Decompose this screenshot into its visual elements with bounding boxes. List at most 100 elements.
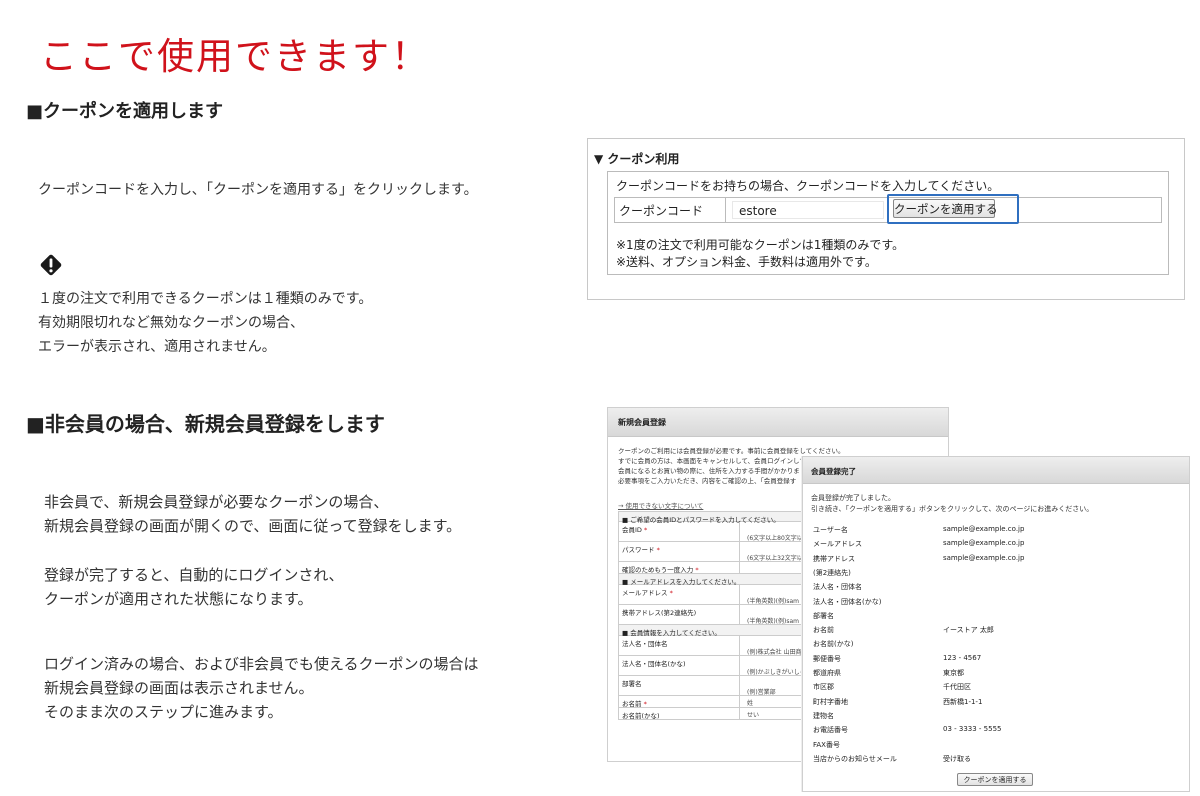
required-mark: * [693,566,699,574]
form-column-divider [739,562,740,573]
paragraph-line: そのまま次のステップに進みます。 [44,703,283,721]
completion-message: 会員登録が完了しました。 [811,494,895,502]
completion-field-label: 法人名・団体名(かな) [813,597,882,606]
completion-field-label: ユーザー名 [813,526,848,534]
registration-paragraph-1: 非会員で、新規会員登録が必要なクーポンの場合、 新規会員登録の画面が開くので、画… [44,490,461,538]
coupon-intro-text: クーポンコードをお持ちの場合、クーポンコードを入力してください。 [616,179,1000,193]
completion-field-label: 携帯アドレス [813,554,855,563]
apply-coupon-button[interactable]: クーポンを適用する [893,199,998,218]
coupon-usage-heading: ▼ クーポン利用 [594,152,680,166]
form-field-hint: (6文字以上32文字以 [747,555,803,562]
section-heading-registration: ■非会員の場合、新規会員登録をします [26,412,385,436]
form-field-label: 確認のためもう一度入力 * [622,566,699,574]
form-column-divider [739,636,740,655]
registration-paragraph-3: ログイン済みの場合、および非会員でも使えるクーポンの場合は 新規会員登録の画面は… [44,652,479,724]
form-column-divider [739,676,740,695]
form-field-label: 部署名 [622,680,642,688]
form-column-divider [739,708,740,719]
form-field-label: 会員ID * [622,526,648,534]
registration-intro-line: 必要事項をご入力いただき、内容をご確認の上、「会員登録す [618,477,797,485]
form-column-divider [739,542,740,561]
warning-line: １度の注文で利用できるクーポンは１種類のみです。 [38,291,373,307]
completion-field-label: メールアドレス [813,540,862,549]
form-field-hint: 姓 [747,700,754,707]
form-field-label: 携帯アドレス(第2連絡先) [622,609,697,617]
coupon-usage-box: クーポンコードをお持ちの場合、クーポンコードを入力してください。 クーポンコード… [607,171,1169,275]
paragraph-line: 新規会員登録の画面が開くので、画面に従って登録をします。 [44,517,462,535]
completion-field-value: 東京都 [943,669,964,677]
warning-text: １度の注文で利用できるクーポンは１種類のみです。 有効期限切れなど無効なクーポン… [38,287,372,359]
form-field-hint: (例)かぶしきがいしゃ [747,669,806,676]
completion-field-value: イーストア 太郎 [943,626,994,635]
completion-field-label: (第2連絡先) [813,568,851,577]
form-field-hint: (半角英数)(例)sam [747,598,800,605]
form-column-divider [739,585,740,604]
registration-form-header: 新規会員登録 [608,408,948,437]
registration-form-title: 新規会員登録 [618,418,666,427]
form-column-divider [739,656,740,675]
completion-field-label: 都道府県 [813,669,841,677]
form-column-divider [739,696,740,707]
paragraph-line: ログイン済みの場合、および非会員でも使えるクーポンの場合は [44,655,479,673]
coupon-note: ※送料、オプション料金、手数料は適用外です。 [616,255,877,269]
completion-field-label: 法人名・団体名 [813,583,862,592]
form-field-label: お名前(かな) [622,712,660,720]
coupon-code-row: クーポンコード estore クーポンを適用する [614,194,1162,224]
completion-field-value: 03 - 3333 - 5555 [943,725,1002,734]
completion-field-label: 市区郡 [813,683,834,692]
form-field-label: 法人名・団体名 [622,640,668,648]
completion-field-value: sample@example.co.jp [943,553,1025,562]
unusable-characters-link[interactable]: → 使用できない文字について [618,500,703,510]
coupon-usage-panel: ▼ クーポン利用 クーポンコードをお持ちの場合、クーポンコードを入力してください… [587,138,1185,300]
completion-field-label: お名前 [813,626,834,635]
warning-line: 有効期限切れなど無効なクーポンの場合、 [38,315,304,331]
apply-coupon-button[interactable]: クーポンを適用する [957,773,1033,786]
paragraph-line: 非会員で、新規会員登録が必要なクーポンの場合、 [44,493,389,511]
completion-field-label: 町村字番地 [813,697,848,706]
form-field-hint: (半角英数)(例)sam [747,618,800,625]
completion-field-label: 当店からのお知らせメール [813,754,897,763]
registration-intro-line: 会員になるとお買い物の際に、住所を入力する手間がかかりま [618,467,800,475]
paragraph-line: クーポンが適用された状態になります。 [44,590,313,608]
form-field-label: 法人名・団体名(かな) [622,660,686,668]
form-field-hint: (6文字以上80文字以 [747,535,803,542]
coupon-code-label: クーポンコード [619,204,704,218]
completion-field-label: FAX番号 [813,740,840,749]
required-mark: * [641,700,647,708]
warning-line: エラーが表示され、適用されません。 [38,339,276,355]
completion-field-label: 部署名 [813,611,834,620]
completion-field-label: 建物名 [813,711,834,720]
completion-field-value: 受け取る [943,754,971,763]
form-field-hint: せい [747,712,760,719]
coupon-code-input[interactable]: estore [732,201,884,219]
required-mark: * [641,526,648,534]
registration-complete-header: 会員登録完了 [803,457,1189,484]
form-column-divider [739,605,740,624]
completion-field-value: 千代田区 [943,683,971,692]
coupon-note: ※1度の注文で利用可能なクーポンは1種類のみです。 [616,238,905,252]
completion-field-label: お電話番号 [813,726,848,735]
registration-intro-line: クーポンのご利用には会員登録が必要です。事前に会員登録をしてください。 [618,447,845,455]
page-title: ここで使用できます！ [40,35,430,78]
form-field-hint: (例)株式会社 山田商 [747,649,802,656]
completion-field-value: 123 - 4567 [943,653,982,662]
form-field-label: メールアドレス * [622,589,673,597]
completion-field-value: sample@example.co.jp [943,525,1025,533]
completion-message: 引き続き、「クーポンを適用する」ボタンをクリックして、次のページにお進みください… [811,505,1094,513]
completion-field-value: sample@example.co.jp [943,539,1025,548]
apply-coupon-instruction: クーポンコードを入力し､「クーポンを適用する」をクリックします。 [38,182,478,198]
registration-complete-screenshot: 会員登録完了 会員登録が完了しました。 引き続き、「クーポンを適用する」ボタンを… [802,456,1190,792]
section-heading-apply-coupon: ■クーポンを適用します [26,101,224,122]
registration-intro-line: すでに会員の方は、本画面をキャンセルして、会員ログインして [618,457,806,465]
coupon-row-divider [725,198,726,222]
registration-complete-title: 会員登録完了 [811,467,856,476]
form-field-label: お名前 * [622,700,647,708]
paragraph-line: 新規会員登録の画面は表示されません。 [44,679,314,697]
completion-field-value: 西新橋1-1-1 [943,697,983,706]
registration-paragraph-2: 登録が完了すると、自動的にログインされ、 クーポンが適用された状態になります。 [44,563,344,611]
completion-field-label: お名前(かな) [813,640,854,649]
required-mark: * [654,546,660,554]
paragraph-line: 登録が完了すると、自動的にログインされ、 [44,566,344,584]
required-mark: * [667,589,673,597]
form-field-hint: (例)営業部 [747,689,776,696]
